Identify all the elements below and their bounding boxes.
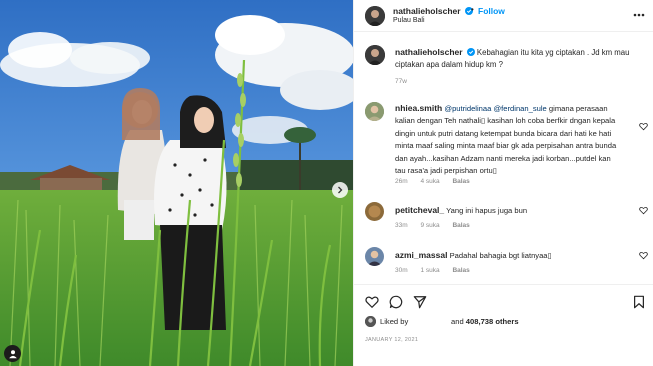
post-date[interactable]: JANUARY 12, 2021	[365, 337, 418, 343]
carousel-next-button[interactable]	[332, 182, 348, 198]
username-text[interactable]: nathalieholscher	[393, 6, 461, 16]
comment-text: Yang ini hapus juga bun	[446, 206, 528, 215]
liked-by-label: Liked by	[380, 317, 409, 326]
comment-likes[interactable]: 9 suka	[420, 222, 439, 229]
comment-meta: 30m 1 suka Balas	[395, 267, 481, 274]
post-photo[interactable]	[0, 0, 353, 366]
comment-username[interactable]: petitcheval_	[395, 205, 444, 215]
comment-time[interactable]: 30m	[395, 267, 408, 274]
comment-text: gimana perasaan kalian dengan Teh nathal…	[395, 104, 617, 176]
post-header: nathalieholscher • Follow Pulau Bali	[354, 0, 653, 32]
comment-time[interactable]: 26m	[395, 178, 408, 185]
caption-username[interactable]: nathalieholscher	[395, 47, 463, 57]
comment-likes[interactable]: 4 suka	[420, 178, 439, 185]
follow-button[interactable]: Follow	[478, 6, 505, 16]
comment-text: Padahal bahagia bgt liatnyaa▯	[449, 251, 552, 260]
reply-button[interactable]: Balas	[452, 267, 469, 274]
more-options-icon[interactable]	[632, 9, 646, 21]
avatar[interactable]	[365, 6, 385, 26]
likes-and: and	[451, 317, 464, 326]
comment-username[interactable]: azmi_massal	[395, 250, 447, 260]
reply-button[interactable]: Balas	[452, 178, 469, 185]
post-action-bar	[354, 284, 653, 316]
avatar[interactable]	[365, 316, 376, 327]
comment-time[interactable]: 33m	[395, 222, 408, 229]
separator-dot: •	[471, 5, 474, 14]
photo-image	[0, 0, 353, 366]
likes-count[interactable]: and 408,738 others	[451, 317, 519, 326]
comment-meta: 26m 4 suka Balas	[395, 178, 481, 185]
heart-icon[interactable]	[639, 206, 648, 215]
comment-mention[interactable]: @ferdinan_sule	[493, 104, 546, 113]
caption-timestamp[interactable]: 77w	[395, 78, 407, 85]
verified-icon	[466, 48, 475, 56]
share-icon[interactable]	[413, 295, 427, 309]
comment-icon[interactable]	[389, 295, 403, 309]
avatar[interactable]	[365, 247, 384, 266]
comment-text-block: petitcheval_ Yang ini hapus juga bun	[395, 204, 623, 217]
avatar[interactable]	[365, 45, 385, 65]
comment-text-block: azmi_massal Padahal bahagia bgt liatnyaa…	[395, 249, 623, 262]
comment-mention[interactable]: @putridelinaa	[444, 104, 491, 113]
post-location[interactable]: Pulau Bali	[393, 17, 425, 24]
comment-likes[interactable]: 1 suka	[420, 267, 439, 274]
bookmark-icon[interactable]	[632, 295, 646, 309]
comment-text-block: nhiea.smith @putridelinaa @ferdinan_sule…	[395, 102, 623, 177]
post-side-panel: nathalieholscher • Follow Pulau Bali nat…	[353, 0, 653, 366]
carousel-next-icon	[338, 186, 343, 194]
reply-button[interactable]: Balas	[452, 222, 469, 229]
post-username[interactable]: nathalieholscher	[393, 6, 473, 16]
avatar[interactable]	[365, 202, 384, 221]
comment-meta: 33m 9 suka Balas	[395, 222, 481, 229]
comment-username[interactable]: nhiea.smith	[395, 103, 442, 113]
caption-text-block: nathalieholscher Kebahagian itu kita yg …	[395, 46, 645, 71]
tagged-user-button[interactable]	[4, 345, 21, 362]
avatar[interactable]	[365, 102, 384, 121]
heart-icon[interactable]	[365, 295, 379, 309]
heart-icon[interactable]	[639, 122, 648, 131]
likes-count-value[interactable]: 408,738 others	[466, 317, 519, 326]
tagged-user-icon	[8, 349, 17, 358]
heart-icon[interactable]	[639, 251, 648, 260]
